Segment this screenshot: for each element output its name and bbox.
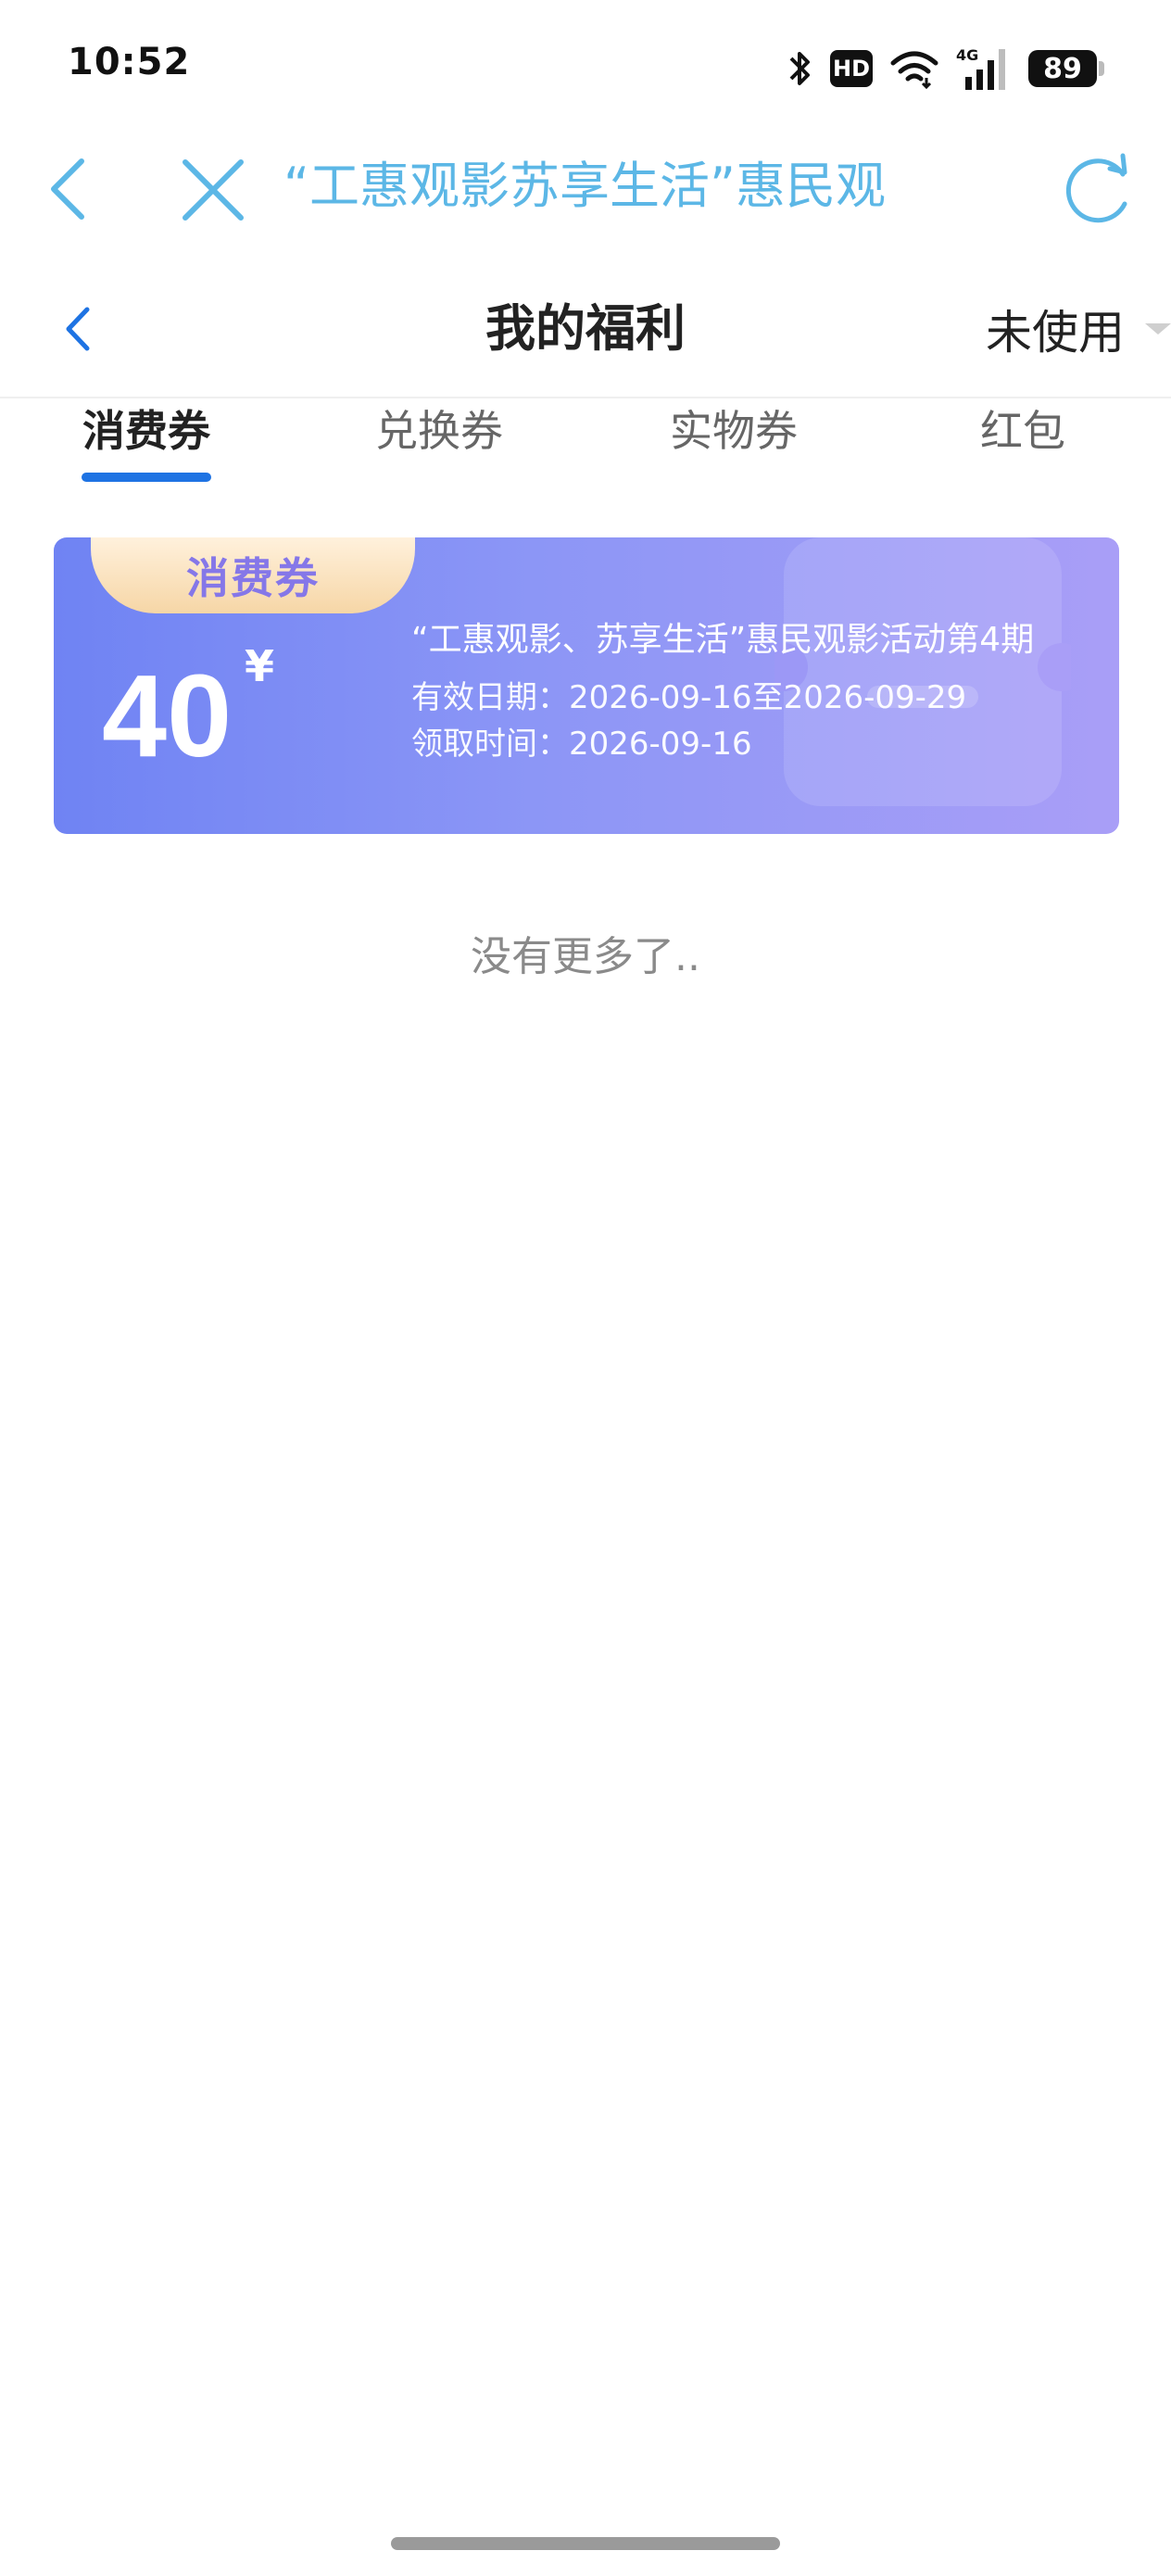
tab-label: 消费券 xyxy=(82,406,210,456)
coupon-info: “工惠观影、苏享生活”惠民观影活动第4期 有效日期：2026-09-16至202… xyxy=(411,615,1097,767)
status-filter-label: 未使用 xyxy=(986,306,1125,360)
caret-down-icon xyxy=(1145,323,1171,335)
tab-consumption-coupon[interactable]: 消费券 xyxy=(35,389,258,482)
webview-title: “工惠观影苏享生活”惠民观 xyxy=(283,157,886,215)
network-type-label: 4G xyxy=(956,46,978,64)
status-bar: 10:52 HD 4G 89 xyxy=(0,0,1171,130)
currency-symbol: ¥ xyxy=(245,641,275,691)
coupon-type-label: 消费券 xyxy=(186,553,320,603)
coupon-card[interactable]: 消费券 40 ¥ “工惠观影、苏享生活”惠民观影活动第4期 有效日期：2026-… xyxy=(54,537,1119,834)
webview-refresh-button[interactable] xyxy=(1056,143,1140,235)
close-icon xyxy=(183,159,244,221)
tab-label: 实物券 xyxy=(670,406,798,456)
battery-icon: 89 xyxy=(1028,50,1104,87)
claim-label: 领取时间： xyxy=(411,726,569,763)
claim-value: 2026-09-16 xyxy=(569,726,752,763)
coupon-validity: 有效日期：2026-09-16至2026-09-29 xyxy=(411,675,1097,721)
webview-back-button[interactable] xyxy=(41,143,96,235)
tab-physical-coupon[interactable]: 实物券 xyxy=(623,389,845,482)
coupon-name: “工惠观影、苏享生活”惠民观影活动第4期 xyxy=(411,621,1035,659)
status-icons: HD 4G 89 xyxy=(786,41,1104,96)
wifi-icon xyxy=(890,51,938,89)
coupon-claim-time: 领取时间：2026-09-16 xyxy=(411,721,1097,767)
chevron-left-icon xyxy=(51,158,84,220)
tab-label: 兑换券 xyxy=(375,406,503,456)
status-filter-dropdown[interactable]: 未使用 xyxy=(986,287,1171,371)
webview-toolbar: “工惠观影苏享生活”惠民观 xyxy=(0,130,1171,250)
refresh-icon xyxy=(1065,153,1127,223)
validity-value: 2026-09-16至2026-09-29 xyxy=(569,679,967,716)
home-indicator[interactable] xyxy=(391,2537,780,2550)
page-header: 我的福利 未使用 xyxy=(0,259,1171,398)
tab-red-packet[interactable]: 红包 xyxy=(930,389,1115,482)
validity-label: 有效日期： xyxy=(411,679,569,716)
coupon-type-tabs: 消费券 兑换券 实物券 红包 xyxy=(0,389,1171,491)
battery-level: 89 xyxy=(1028,50,1097,87)
coupon-type-tag: 消费券 xyxy=(91,537,415,613)
signal-4g-icon: 4G xyxy=(956,46,1005,90)
app-screen: 10:52 HD 4G 89 “工惠观影苏享生活”惠民观 我的福利 未使用 消费… xyxy=(0,0,1171,2576)
status-time: 10:52 xyxy=(68,41,191,83)
hd-icon: HD xyxy=(830,50,873,87)
tab-label: 红包 xyxy=(980,406,1065,456)
webview-close-button[interactable] xyxy=(176,148,250,232)
list-end-text: 没有更多了.. xyxy=(471,933,700,980)
bluetooth-icon xyxy=(789,52,810,85)
active-tab-indicator xyxy=(82,473,211,482)
tab-exchange-coupon[interactable]: 兑换券 xyxy=(328,389,550,482)
coupon-amount: 40 xyxy=(102,650,233,781)
